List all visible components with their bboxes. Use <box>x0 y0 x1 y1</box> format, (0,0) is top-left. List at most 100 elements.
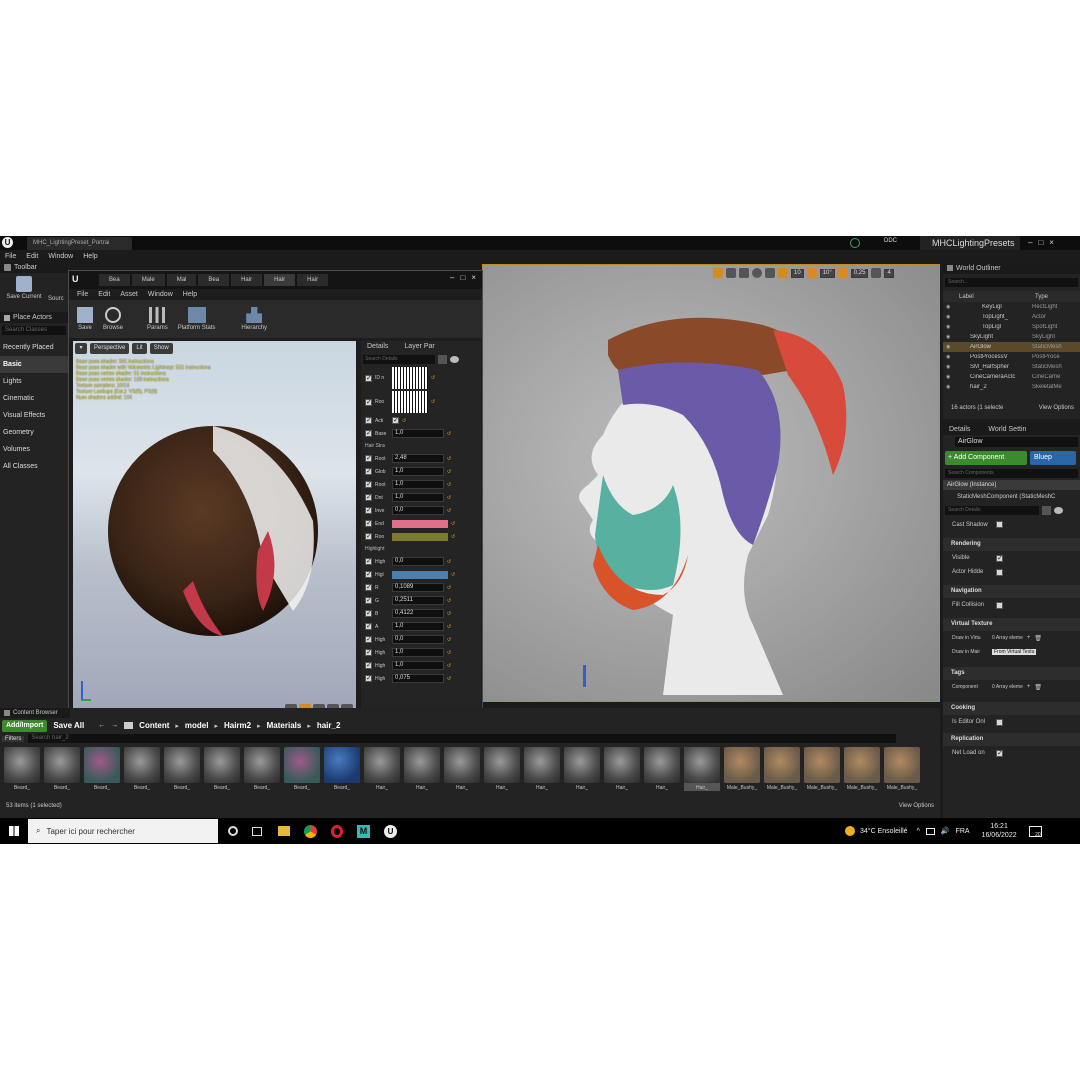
breadcrumb-hair2[interactable]: hair_2 <box>317 721 341 730</box>
param-value-input[interactable]: 1,0 <box>392 493 444 502</box>
blueprint-button[interactable]: Bluep <box>1030 451 1076 465</box>
volume-icon[interactable]: 🔊 <box>941 827 950 835</box>
add-tag-icon[interactable]: + <box>1027 684 1031 690</box>
asset-tile[interactable]: Male_Bushy_ <box>804 747 840 791</box>
asset-tile[interactable]: Hair_ <box>524 747 560 791</box>
param-texture-thumbnail[interactable] <box>392 367 428 389</box>
level-viewport[interactable]: 10 10° 0,25 4 <box>482 264 940 702</box>
actor-name-field[interactable]: AirGlow <box>955 437 1078 447</box>
toolbar-tab[interactable]: Toolbar <box>0 262 68 273</box>
perspective-button[interactable]: Perspective <box>90 343 130 354</box>
param-value-input[interactable]: 0,0 <box>392 557 444 566</box>
param-value-input[interactable]: 2,48 <box>392 454 444 463</box>
mat-details-tab[interactable]: Details <box>367 343 388 350</box>
mat-eye-icon[interactable] <box>450 355 459 363</box>
param-value-input[interactable]: 0,075 <box>392 674 444 683</box>
param-value-input[interactable]: 1,0 <box>392 480 444 489</box>
asset-tile[interactable]: Hair_ <box>604 747 640 791</box>
breadcrumb-model[interactable]: model <box>185 721 209 730</box>
visibility-eye-icon[interactable]: ◉ <box>946 324 956 330</box>
asset-tile[interactable]: Beard_ <box>204 747 240 791</box>
asset-tile[interactable]: Beard_ <box>44 747 80 791</box>
details-eye-icon[interactable] <box>1054 507 1063 514</box>
param-value-input[interactable]: 0,1089 <box>392 583 444 592</box>
breadcrumb-materials[interactable]: Materials <box>267 721 302 730</box>
category-visual-effects[interactable]: Visual Effects <box>0 407 68 424</box>
reset-to-default-icon[interactable]: ↺ <box>447 650 451 656</box>
cast-shadow-checkbox[interactable] <box>996 521 1003 528</box>
param-override-checkbox[interactable] <box>365 533 372 540</box>
metahuman-icon[interactable]: M <box>357 824 370 838</box>
rotation-snap-value[interactable]: 10° <box>819 268 835 278</box>
asset-tile[interactable]: Hair_ <box>444 747 480 791</box>
category-lights[interactable]: Lights <box>0 373 68 390</box>
outliner-row[interactable]: ◉ TopLigl SpotLight <box>943 322 1080 332</box>
col-type[interactable]: Type <box>1035 294 1048 300</box>
task-view-icon[interactable] <box>252 826 262 836</box>
mat-search-details-input[interactable]: Search Details <box>363 354 435 364</box>
ddc-indicator[interactable]: DDC <box>884 238 897 244</box>
reset-to-default-icon[interactable]: ↺ <box>447 456 451 462</box>
param-value-input[interactable]: 1,0 <box>392 467 444 476</box>
preview-options-button[interactable]: ▾ <box>75 343 87 354</box>
reset-to-default-icon[interactable]: ↺ <box>451 521 455 527</box>
reset-to-default-icon[interactable]: ↺ <box>447 663 451 669</box>
asset-tile[interactable]: Hair_ <box>404 747 440 791</box>
outliner-search-input[interactable]: Search... <box>945 278 1078 287</box>
param-value-input[interactable]: 0,0 <box>392 635 444 644</box>
tray-chevron-icon[interactable]: ^ <box>917 828 920 835</box>
param-value-input[interactable]: 0,0 <box>392 506 444 515</box>
category-basic[interactable]: Basic <box>0 356 68 373</box>
param-value-input[interactable]: 1,0 <box>392 429 444 438</box>
param-override-checkbox[interactable] <box>365 623 372 630</box>
param-value-input[interactable]: 1,0 <box>392 661 444 670</box>
mat-layer-params-tab[interactable]: Layer Par <box>404 343 434 350</box>
replication-section[interactable]: Replication <box>943 733 1080 746</box>
outliner-row[interactable]: ◉ CineCameraActc CineCame <box>943 372 1080 382</box>
visibility-eye-icon[interactable]: ◉ <box>946 344 956 350</box>
transform-mode-icon[interactable] <box>713 268 723 278</box>
reset-to-default-icon[interactable]: ↺ <box>431 399 435 405</box>
asset-tile[interactable]: Beard_ <box>4 747 40 791</box>
param-texture-thumbnail[interactable] <box>392 391 428 413</box>
mat-minimize-icon[interactable]: – <box>450 273 454 282</box>
unreal-taskbar-icon[interactable]: U <box>384 824 397 838</box>
forward-arrow-icon[interactable]: → <box>111 722 118 729</box>
visibility-eye-icon[interactable]: ◉ <box>946 304 956 310</box>
mat-tab-6[interactable]: Hair <box>264 274 296 286</box>
reset-to-default-icon[interactable]: ↺ <box>402 418 406 424</box>
delete-tag-icon[interactable]: 🗑 <box>1034 684 1042 691</box>
weather-text[interactable]: 34°C Ensoleillé <box>860 828 908 835</box>
visibility-eye-icon[interactable]: ◉ <box>946 334 956 340</box>
reset-to-default-icon[interactable]: ↺ <box>447 431 451 437</box>
category-all-classes[interactable]: All Classes <box>0 458 68 475</box>
virtual-texture-section[interactable]: Virtual Texture <box>943 618 1080 631</box>
back-arrow-icon[interactable]: ← <box>98 722 105 729</box>
mat-tab-1[interactable]: Bea <box>99 274 130 286</box>
category-volumes[interactable]: Volumes <box>0 441 68 458</box>
param-override-checkbox[interactable] <box>365 636 372 643</box>
param-override-checkbox[interactable] <box>365 481 372 488</box>
mat-menu-window[interactable]: Window <box>148 291 173 298</box>
mat-tab-2[interactable]: Male <box>131 274 165 286</box>
rendering-section[interactable]: Rendering <box>943 538 1080 551</box>
visibility-eye-icon[interactable]: ◉ <box>946 374 956 380</box>
scale-snap-value[interactable]: 0,25 <box>850 268 869 278</box>
param-override-checkbox[interactable] <box>365 584 372 591</box>
reset-to-default-icon[interactable]: ↺ <box>451 572 455 578</box>
material-preview-viewport[interactable]: ▾ Perspective Lit Show Base pass shader:… <box>73 341 356 719</box>
world-outliner-tab[interactable]: World Outliner <box>943 262 1080 274</box>
asset-tile[interactable]: Hair_ <box>364 747 400 791</box>
mat-grid-view-icon[interactable] <box>438 354 447 364</box>
param-override-checkbox[interactable] <box>365 468 372 475</box>
mat-menu-edit[interactable]: Edit <box>98 291 110 298</box>
outliner-row[interactable]: ◉ KeyLigl RectLight <box>943 302 1080 312</box>
param-override-checkbox[interactable] <box>365 507 372 514</box>
reset-to-default-icon[interactable]: ↺ <box>451 534 455 540</box>
mat-platform-stats-button[interactable]: Platform Stats <box>178 307 215 331</box>
reset-to-default-icon[interactable]: ↺ <box>447 585 451 591</box>
place-actors-tab[interactable]: Place Actors <box>0 312 68 323</box>
cortana-icon[interactable] <box>228 826 238 836</box>
param-override-checkbox[interactable] <box>365 374 372 382</box>
highlight-section[interactable]: Highlight <box>365 543 481 555</box>
